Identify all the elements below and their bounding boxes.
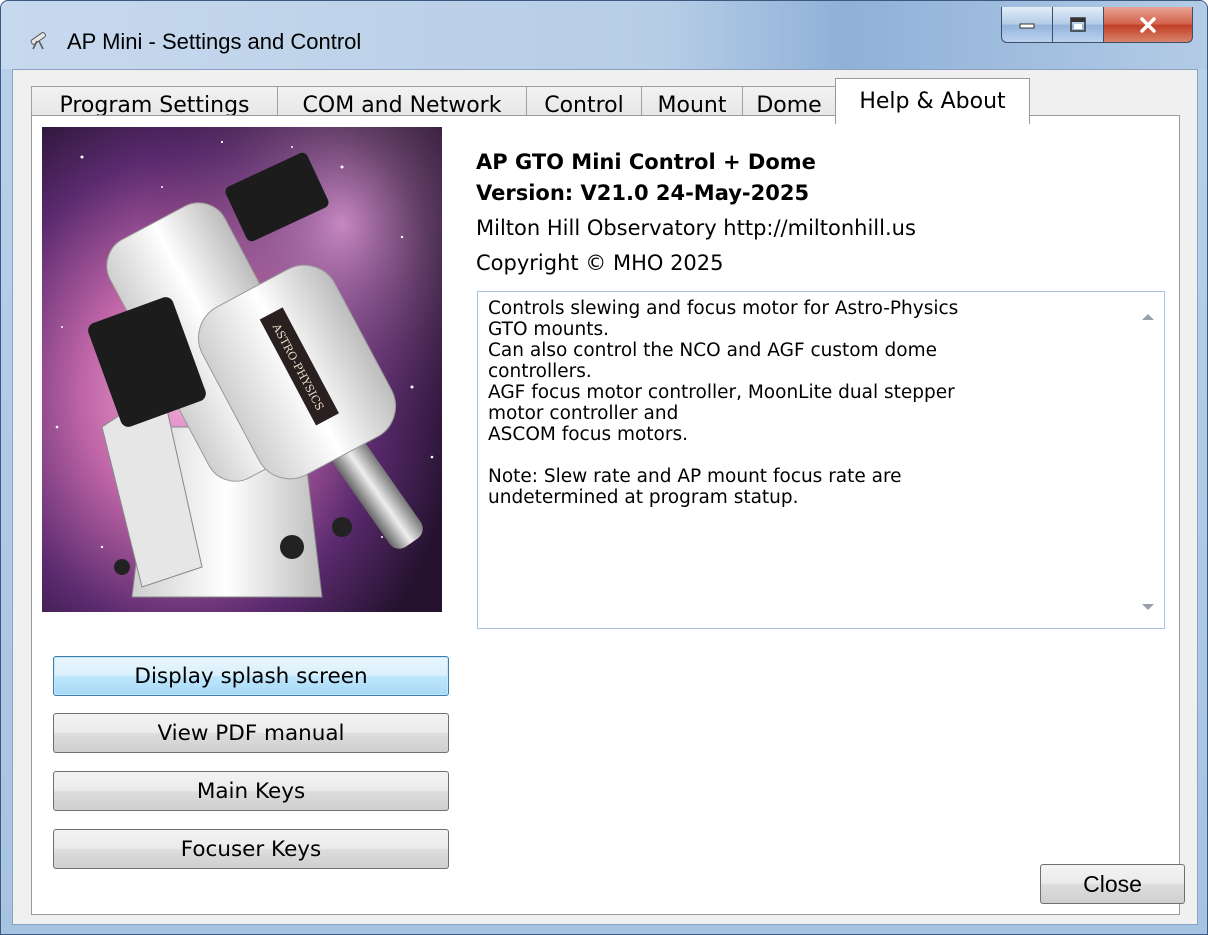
help-about-panel: ASTRO-PHYSICS AP GTO Mini Control + Dome… <box>31 115 1185 915</box>
mount-photo: ASTRO-PHYSICS <box>42 127 442 612</box>
scroll-up-icon[interactable] <box>1142 314 1154 320</box>
view-pdf-manual-button[interactable]: View PDF manual <box>53 713 449 753</box>
description-textbox[interactable]: Controls slewing and focus motor for Ast… <box>477 291 1165 629</box>
description-text: Controls slewing and focus motor for Ast… <box>488 298 959 508</box>
main-keys-button[interactable]: Main Keys <box>53 771 449 811</box>
tab-help-about[interactable]: Help & About <box>835 78 1030 124</box>
minimize-icon <box>1019 23 1035 28</box>
close-window-button[interactable] <box>1103 7 1193 43</box>
close-icon <box>1140 16 1156 33</box>
scroll-down-icon[interactable] <box>1142 604 1154 610</box>
focuser-keys-button[interactable]: Focuser Keys <box>53 829 449 869</box>
app-window: AP Mini - Settings and Control Program S… <box>0 0 1208 935</box>
organization-link: Milton Hill Observatory http://miltonhil… <box>476 216 916 240</box>
minimize-button[interactable] <box>1001 7 1053 43</box>
product-name: AP GTO Mini Control + Dome <box>476 150 816 174</box>
version-label: Version: V21.0 24-May-2025 <box>476 181 810 205</box>
window-title: AP Mini - Settings and Control <box>67 29 362 54</box>
display-splash-button[interactable]: Display splash screen <box>53 656 449 696</box>
dialog-client-area: Program Settings COM and Network Control… <box>12 69 1198 925</box>
copyright-label: Copyright © MHO 2025 <box>476 251 724 275</box>
maximize-button[interactable] <box>1052 7 1104 43</box>
maximize-icon <box>1070 16 1086 32</box>
telescope-app-icon <box>30 32 46 50</box>
title-bar[interactable]: AP Mini - Settings and Control <box>1 1 1207 69</box>
close-button[interactable]: Close <box>1040 864 1185 904</box>
